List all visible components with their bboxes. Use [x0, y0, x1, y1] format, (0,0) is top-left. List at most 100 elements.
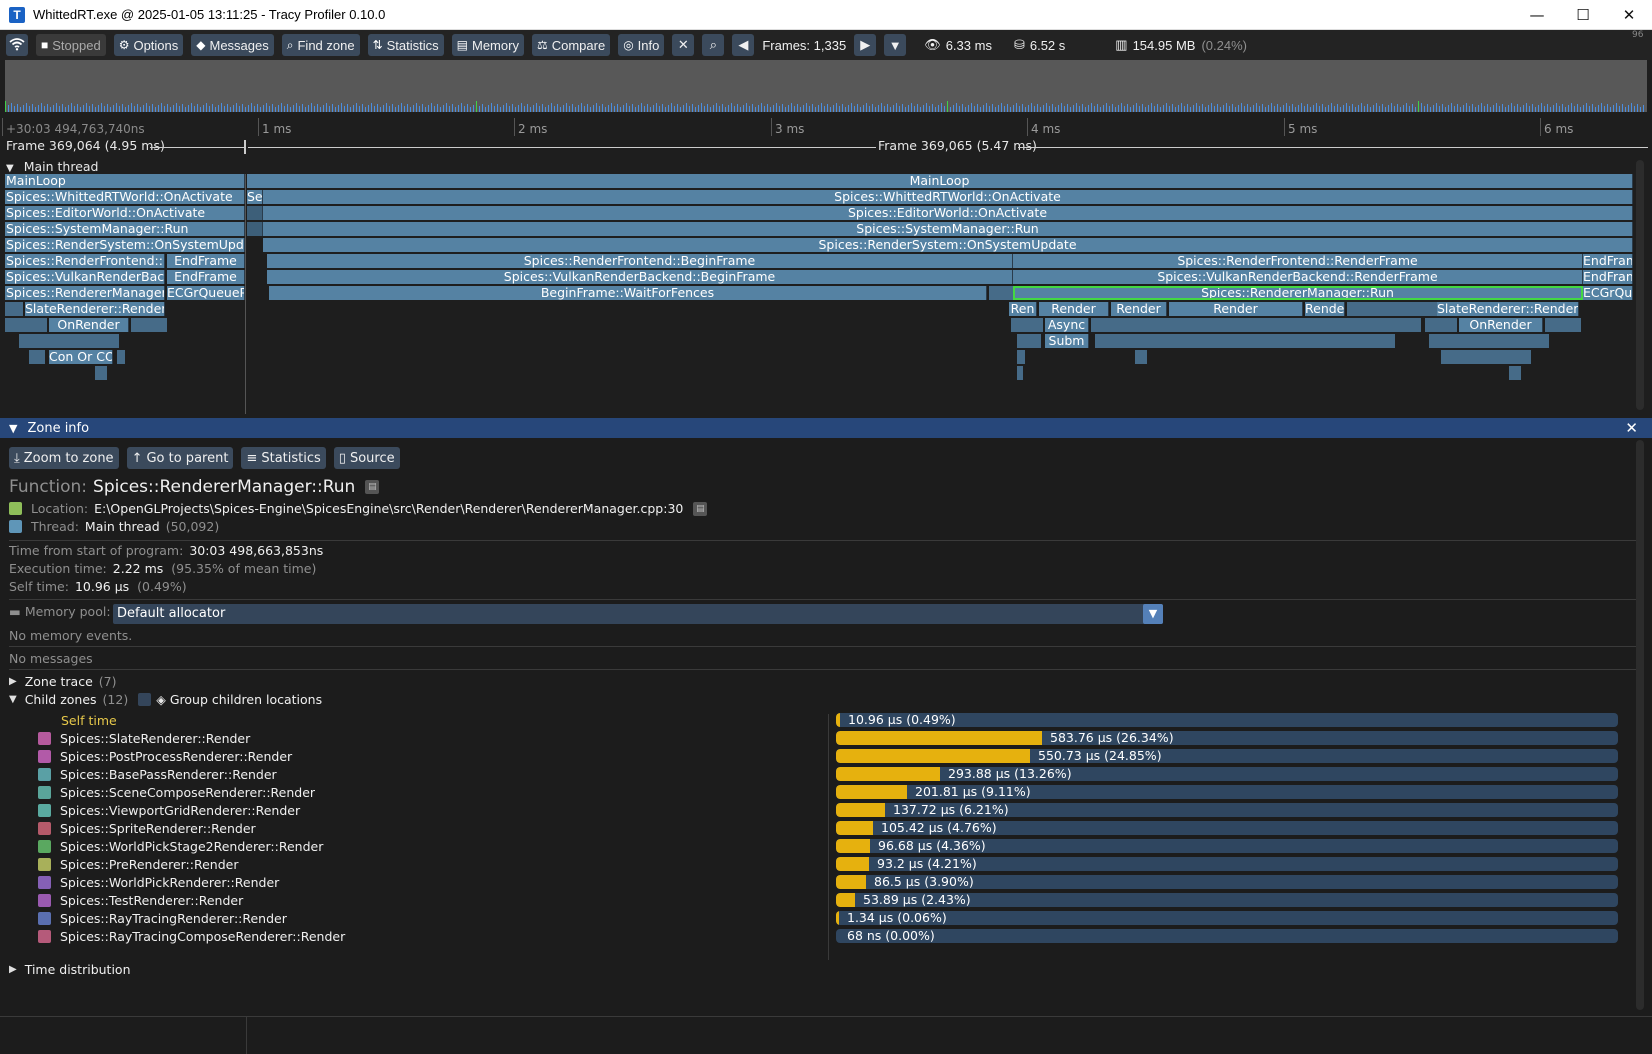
- frame-bar[interactable]: [686, 103, 687, 112]
- frame-bar[interactable]: [1361, 103, 1362, 112]
- frame-bar[interactable]: [1067, 104, 1068, 112]
- frame-bar[interactable]: [524, 106, 525, 112]
- frame-bar[interactable]: [53, 105, 54, 112]
- clipboard-icon[interactable]: ▤: [693, 501, 708, 516]
- frame-bar[interactable]: [1151, 103, 1152, 112]
- frame-bar[interactable]: [194, 106, 195, 112]
- frame-bar[interactable]: [449, 106, 450, 112]
- frame-bar[interactable]: [1445, 107, 1446, 112]
- frame-bar[interactable]: [170, 107, 171, 112]
- frame-bar[interactable]: [797, 104, 798, 112]
- frame-bar[interactable]: [176, 103, 177, 112]
- frame-bar[interactable]: [239, 106, 240, 112]
- frame-bar[interactable]: [788, 105, 789, 112]
- frame-bar[interactable]: [344, 106, 345, 112]
- frame-bar[interactable]: [293, 105, 294, 112]
- frame-bar[interactable]: [845, 107, 846, 112]
- frame-bar[interactable]: [818, 105, 819, 112]
- frame-bar[interactable]: [1283, 105, 1284, 112]
- frame-bar[interactable]: [590, 107, 591, 112]
- frame-bar[interactable]: [962, 104, 963, 112]
- frame-bar[interactable]: [497, 104, 498, 112]
- child-zone-bar[interactable]: 93.2 µs (4.21%): [836, 857, 1618, 871]
- frame-bar[interactable]: [1184, 106, 1185, 112]
- frame-bar[interactable]: [1385, 107, 1386, 112]
- frame-bar[interactable]: [998, 105, 999, 112]
- frame-bar[interactable]: [728, 105, 729, 112]
- frame-bar[interactable]: [1523, 105, 1524, 112]
- child-zones-toggle[interactable]: ▼ Child zones (12) ◈ Group children loca…: [9, 692, 322, 707]
- frame-bar[interactable]: [1427, 104, 1428, 112]
- frame-bar[interactable]: [1301, 103, 1302, 112]
- frame-bar[interactable]: [155, 107, 156, 112]
- zone-ecgr-prev[interactable]: ECGrQueueP: [167, 286, 245, 300]
- frame-bar[interactable]: [446, 103, 447, 112]
- frame-bar[interactable]: [281, 103, 282, 112]
- frame-bar[interactable]: [956, 103, 957, 112]
- frame-bar[interactable]: [158, 105, 159, 112]
- zone-small[interactable]: [19, 334, 119, 348]
- frame-bar[interactable]: [1448, 105, 1449, 112]
- frame-bar[interactable]: [464, 106, 465, 112]
- frame-bar[interactable]: [1046, 103, 1047, 112]
- frame-bar[interactable]: [1256, 103, 1257, 112]
- frame-bar[interactable]: [44, 106, 45, 112]
- zone-small[interactable]: [247, 206, 263, 220]
- frame-bar[interactable]: [92, 104, 93, 112]
- child-zone-bar[interactable]: 105.42 µs (4.76%): [836, 821, 1618, 835]
- frame-bar[interactable]: [500, 107, 501, 112]
- frame-bar[interactable]: [1517, 104, 1518, 112]
- frame-bar[interactable]: [1628, 105, 1629, 112]
- frame-bar[interactable]: [1004, 106, 1005, 112]
- frame-bar[interactable]: [1538, 105, 1539, 112]
- frame-bar[interactable]: [812, 104, 813, 112]
- child-zone-bar[interactable]: 583.76 µs (26.34%): [836, 731, 1618, 745]
- frame-bar[interactable]: [1583, 105, 1584, 112]
- frame-bar[interactable]: [755, 107, 756, 112]
- frame-bar[interactable]: [977, 104, 978, 112]
- frame-bar[interactable]: [935, 107, 936, 112]
- frame-bar[interactable]: [995, 107, 996, 112]
- frame-bar[interactable]: [1235, 107, 1236, 112]
- frame-bar[interactable]: [1175, 107, 1176, 112]
- frame-bar[interactable]: [257, 104, 258, 112]
- frame-bar[interactable]: [1001, 103, 1002, 112]
- frame-bar[interactable]: [707, 104, 708, 112]
- frame-bar[interactable]: [554, 106, 555, 112]
- frame-bar[interactable]: [191, 103, 192, 112]
- frame-bar[interactable]: [1043, 105, 1044, 112]
- frame-bar[interactable]: [1508, 105, 1509, 112]
- frame-bar[interactable]: [992, 104, 993, 112]
- frame-bar[interactable]: [1130, 107, 1131, 112]
- frame-bar[interactable]: [887, 104, 888, 112]
- minimize-button[interactable]: —: [1514, 0, 1560, 30]
- frame-bar[interactable]: [1280, 107, 1281, 112]
- frame-bar[interactable]: [338, 105, 339, 112]
- frame-bar[interactable]: [1322, 104, 1323, 112]
- self-time-row[interactable]: Self time: [61, 712, 117, 728]
- child-zone-bar[interactable]: 293.88 µs (13.26%): [836, 767, 1618, 781]
- frame-bar[interactable]: [209, 106, 210, 112]
- frame-bar[interactable]: [1223, 105, 1224, 112]
- frame-bar[interactable]: [827, 104, 828, 112]
- frame-bar[interactable]: [1397, 104, 1398, 112]
- frame-bar[interactable]: [1379, 106, 1380, 112]
- frame-bar[interactable]: [557, 104, 558, 112]
- frame-bar[interactable]: [458, 105, 459, 112]
- frame-bar[interactable]: [494, 106, 495, 112]
- zone-small[interactable]: [1095, 334, 1395, 348]
- frame-bar[interactable]: [179, 106, 180, 112]
- frame-bar[interactable]: [1178, 105, 1179, 112]
- frame-bar[interactable]: [1622, 104, 1623, 112]
- zone-small[interactable]: [1011, 318, 1043, 332]
- frame-bar[interactable]: [173, 105, 174, 112]
- frame-bar[interactable]: [419, 106, 420, 112]
- frame-bar[interactable]: [1154, 106, 1155, 112]
- zone-trace-toggle[interactable]: ▶ Zone trace (7): [9, 674, 122, 689]
- frame-bar[interactable]: [572, 104, 573, 112]
- frame-bar[interactable]: [659, 106, 660, 112]
- frame-bar[interactable]: [1190, 107, 1191, 112]
- frame-bar[interactable]: [1064, 106, 1065, 112]
- frame-bar[interactable]: [146, 103, 147, 112]
- frame-bar[interactable]: [1421, 103, 1422, 112]
